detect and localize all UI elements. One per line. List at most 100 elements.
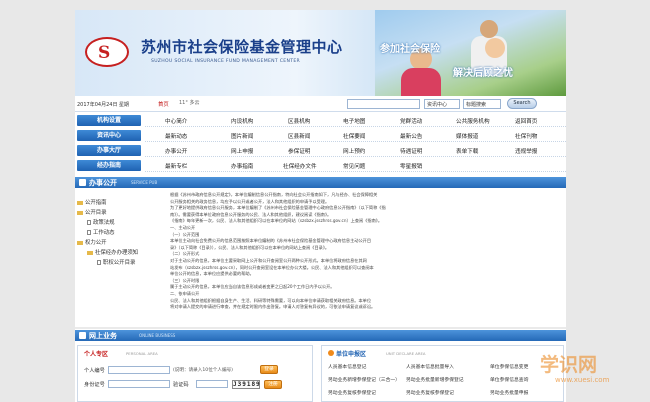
main-nav: 机构设置 中心简介 内设机构 区县机构 电子地图 党群活动 公共服务机构 返回首… xyxy=(75,114,566,174)
register-button[interactable]: 注册 xyxy=(264,380,282,389)
unit-link[interactable]: 另动业务复核参保登记 xyxy=(406,389,454,396)
tree-item-label: 权力公开 xyxy=(85,240,107,246)
tree-item-label: 工作动态 xyxy=(93,230,115,236)
nav-link[interactable]: 常见问题 xyxy=(343,162,365,170)
nav-head[interactable]: 资讯中心 xyxy=(77,130,141,141)
doc-line: 南》）。需要获得本单位政府信息公开服务的公民、法人和其他组织，建议阅读《指南》。 xyxy=(170,211,332,217)
info-bar: 2017年04月24日 星期 首页 11° 多云 资讯中心 标题搜索 Searc… xyxy=(75,96,566,112)
unit-link[interactable]: 人员基本信息登记 xyxy=(328,363,366,370)
nav-link[interactable]: 中心简介 xyxy=(165,117,187,125)
tree-item-label: 社保经办办理须知 xyxy=(95,250,139,256)
unit-link[interactable]: 另动业务批量新增参保登记 xyxy=(406,376,464,383)
tree-item[interactable]: 社保经办办理须知 xyxy=(87,248,138,256)
nav-items: 办事公开 网上申报 参保证明 网上预约 待遇证明 表单下载 违规举报 xyxy=(145,144,566,157)
doc-line: （一）公开范围 xyxy=(170,231,200,237)
nav-link[interactable]: 社保要闻 xyxy=(343,132,365,140)
folder-icon xyxy=(87,250,93,255)
login-button[interactable]: 登录 xyxy=(260,365,278,374)
nav-link[interactable]: 返回首页 xyxy=(515,117,537,125)
tree-item[interactable]: 工作动态 xyxy=(87,228,115,236)
divider xyxy=(75,327,566,329)
section-title-en: ONLINE BUSINESS xyxy=(139,333,176,338)
nav-link[interactable]: 网上预约 xyxy=(343,147,365,155)
nav-link[interactable]: 内设机构 xyxy=(231,117,253,125)
page-icon xyxy=(87,220,91,225)
logo-mark: S xyxy=(98,43,111,63)
nav-link[interactable]: 社保刊物 xyxy=(515,132,537,140)
photo-person-body xyxy=(401,68,441,96)
weather-info: 11° 多云 xyxy=(179,100,200,106)
nav-link[interactable]: 办事公开 xyxy=(165,147,187,155)
tree-item-label: 公开目录 xyxy=(85,210,107,216)
nav-link[interactable]: 媒体报道 xyxy=(456,132,478,140)
nav-link[interactable]: 最新公告 xyxy=(400,132,422,140)
section-title: 办事公开 xyxy=(89,179,117,187)
tree-item-label: 政策法规 xyxy=(93,220,115,226)
search-input[interactable] xyxy=(347,99,420,109)
nav-head[interactable]: 机构设置 xyxy=(77,115,141,126)
unit-link[interactable]: 单位参保信息查询 xyxy=(490,376,528,383)
nav-link[interactable]: 零星报销 xyxy=(400,162,422,170)
nav-row: 机构设置 中心简介 内设机构 区县机构 电子地图 党群活动 公共服务机构 返回首… xyxy=(75,114,566,127)
tree-item[interactable]: 公开指南 xyxy=(77,198,107,206)
current-date: 2017年04月24日 星期 xyxy=(77,102,130,108)
nav-link[interactable]: 区县新闻 xyxy=(288,132,310,140)
doc-line: 本单位主动向社会免费公开的信息范围按照本单位编制的《苏州市社会保险基金管理中心政… xyxy=(170,238,372,244)
personal-id-input[interactable] xyxy=(108,366,170,374)
unit-link[interactable]: 人员基本信息批量导入 xyxy=(406,363,454,370)
center-logo[interactable]: S xyxy=(85,37,129,67)
doc-line: 录》（以下简称《目录》），公民、法人和其他组织可以在本单位的网站上查阅《目录》。 xyxy=(170,244,330,250)
nav-link[interactable]: 电子地图 xyxy=(343,117,365,125)
search-button[interactable]: Search xyxy=(507,98,537,109)
tree-item[interactable]: 公开目录 xyxy=(77,208,107,216)
nav-link[interactable]: 网上申报 xyxy=(231,147,253,155)
nav-link[interactable]: 办事指南 xyxy=(231,162,253,170)
doc-line: （三）公开时限 xyxy=(170,277,200,283)
nav-row: 办事大厅 办事公开 网上申报 参保证明 网上预约 待遇证明 表单下载 违规举报 xyxy=(75,144,566,157)
watermark-url: www.xuesi.com xyxy=(555,376,610,384)
page-container: S 苏州市社会保险基金管理中心 SUZHOU SOCIAL INSURANCE … xyxy=(75,10,566,402)
pwd-label: 身份证号 xyxy=(84,382,105,388)
tree-item[interactable]: 政策法规 xyxy=(87,218,115,226)
nav-link[interactable]: 最新动态 xyxy=(165,132,187,140)
captcha-input[interactable] xyxy=(196,380,228,388)
nav-head[interactable]: 经办指南 xyxy=(77,160,141,171)
banner-slogan: 解决后顾之忧 xyxy=(453,68,513,79)
nav-link[interactable]: 区县机构 xyxy=(288,117,310,125)
unit-link[interactable]: 另动业务新增参保登记（三合一） xyxy=(328,376,400,383)
doc-line: 二、依申请公开 xyxy=(170,290,200,296)
doc-line: （二）公开形式 xyxy=(170,251,200,257)
doc-line: 公民、法人和其他组织根据自身生产、生活、科研等特殊需要，可以向本单位申请获取相关… xyxy=(170,297,372,303)
nav-link[interactable]: 图片新闻 xyxy=(231,132,253,140)
personal-area-title: 个人专区 xyxy=(84,351,109,358)
nav-head[interactable]: 办事大厅 xyxy=(77,145,141,156)
home-link[interactable]: 首页 xyxy=(158,100,169,108)
section-title-en: SERVICE PUB xyxy=(131,180,158,185)
nav-link[interactable]: 党群活动 xyxy=(400,117,422,125)
section-icon xyxy=(79,332,86,339)
nav-link[interactable]: 社保经办文件 xyxy=(283,162,317,170)
unit-link[interactable]: 另动业务批量申报 xyxy=(490,389,528,396)
folder-icon xyxy=(77,210,83,215)
unit-link[interactable]: 单位参保信息变更 xyxy=(490,363,528,370)
nav-link[interactable]: 违规举报 xyxy=(515,147,537,155)
nav-link[interactable]: 公共服务机构 xyxy=(456,117,490,125)
category-select[interactable]: 资讯中心 xyxy=(424,99,460,109)
nav-link[interactable]: 表单下载 xyxy=(456,147,478,155)
unit-area-title-en: UNIT DECLARE AREA xyxy=(386,351,426,356)
unit-link[interactable]: 另动业务复核参保登记 xyxy=(328,389,376,396)
id-card-input[interactable] xyxy=(108,380,170,388)
tree-item[interactable]: 权力公开 xyxy=(77,238,107,246)
nav-link[interactable]: 参保证明 xyxy=(288,147,310,155)
captcha-label: 验证码 xyxy=(173,382,189,388)
id-hint: (说明：请录入10位个人编号) xyxy=(173,368,233,373)
page-icon xyxy=(87,230,91,235)
nav-items: 中心简介 内设机构 区县机构 电子地图 党群活动 公共服务机构 返回首页 xyxy=(145,114,566,127)
captcha-image[interactable]: J39189 xyxy=(232,380,260,389)
search-type-select[interactable]: 标题搜索 xyxy=(463,99,501,109)
nav-link[interactable]: 最新专栏 xyxy=(165,162,187,170)
nav-link[interactable]: 待遇证明 xyxy=(400,147,422,155)
tree-item[interactable]: 职权公开目录 xyxy=(97,258,135,266)
folder-icon xyxy=(77,200,83,205)
personal-area-title-en: PERSONAL AREA xyxy=(126,351,158,356)
